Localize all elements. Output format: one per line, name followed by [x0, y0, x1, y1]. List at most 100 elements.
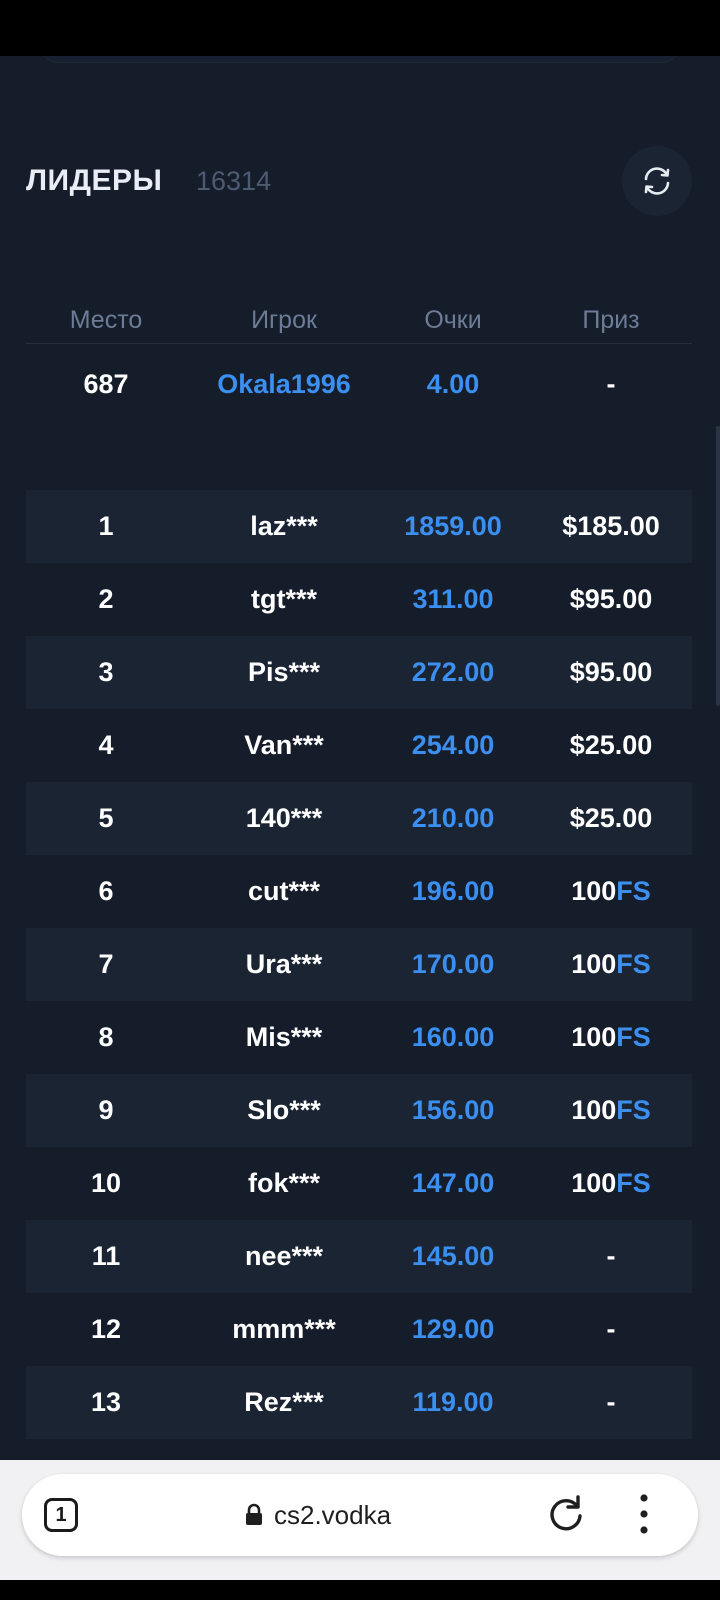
row-player: Van***	[244, 730, 324, 760]
more-vertical-icon[interactable]	[638, 1492, 650, 1536]
current-user-points: 4.00	[426, 369, 480, 399]
prize-value: 100	[571, 1168, 617, 1198]
row-place: 7	[98, 949, 114, 979]
scrollbar[interactable]	[716, 426, 720, 706]
refresh-button[interactable]	[622, 146, 692, 216]
row-points: 254.00	[411, 730, 495, 760]
row-place: 5	[98, 803, 114, 833]
prize-value: $95.00	[569, 584, 653, 614]
row-place: 13	[90, 1387, 122, 1417]
prize-suffix: FS	[616, 949, 651, 979]
row-player: Pis***	[247, 657, 321, 687]
row-prize: -	[536, 1220, 686, 1293]
reload-icon[interactable]	[544, 1492, 588, 1536]
prize-value: $185.00	[562, 511, 660, 541]
row-prize: 100FS	[536, 1074, 686, 1147]
system-nav-bar	[0, 1580, 720, 1600]
row-player: nee***	[244, 1241, 324, 1271]
table-row: 4 Van*** 254.00 $25.00	[26, 709, 692, 782]
row-player: Mis***	[245, 1022, 323, 1052]
row-points: 210.00	[411, 803, 495, 833]
row-place: 8	[98, 1022, 114, 1052]
prize-suffix: FS	[616, 1095, 651, 1125]
prize-value: 100	[571, 949, 617, 979]
row-prize: $25.00	[536, 782, 686, 855]
prize-suffix: FS	[616, 876, 651, 906]
row-points: 1859.00	[404, 511, 502, 541]
column-header-points: Очки	[424, 306, 482, 334]
row-prize: $95.00	[536, 563, 686, 636]
row-place: 6	[98, 876, 114, 906]
row-points: 160.00	[411, 1022, 495, 1052]
row-player: Slo***	[247, 1095, 321, 1125]
table-row: 3 Pis*** 272.00 $95.00	[26, 636, 692, 709]
leaderboard-header: ЛИДЕРЫ 16314	[26, 146, 692, 216]
row-player: mmm***	[232, 1314, 336, 1344]
status-bar	[0, 0, 720, 56]
prize-value: $95.00	[569, 657, 653, 687]
row-points: 156.00	[411, 1095, 495, 1125]
table-row: 5 140*** 210.00 $25.00	[26, 782, 692, 855]
row-place: 2	[98, 584, 114, 614]
table-row: 9 Slo*** 156.00 100FS	[26, 1074, 692, 1147]
divider	[26, 343, 692, 344]
row-player: Rez***	[244, 1387, 324, 1417]
row-prize: 100FS	[536, 1147, 686, 1220]
participant-count: 16314	[196, 166, 272, 196]
lock-icon	[246, 1503, 262, 1525]
prize-value: -	[606, 1241, 616, 1271]
prize-suffix: FS	[616, 1022, 651, 1052]
table-row: 8 Mis*** 160.00 100FS	[26, 1001, 692, 1074]
table-row: 10 fok*** 147.00 100FS	[26, 1147, 692, 1220]
top-card-edge	[40, 56, 680, 63]
current-user-prize: -	[606, 369, 616, 399]
row-points: 311.00	[412, 584, 494, 614]
page-title: ЛИДЕРЫ	[26, 164, 163, 197]
prize-value: -	[606, 1314, 616, 1344]
column-header-prize: Приз	[582, 306, 640, 334]
row-player: cut***	[247, 876, 321, 906]
row-player: Ura***	[245, 949, 323, 979]
refresh-icon	[644, 167, 670, 195]
row-player: 140***	[245, 803, 323, 833]
address-bar[interactable]: 1 cs2.vodka	[22, 1474, 698, 1556]
row-place: 11	[91, 1241, 121, 1271]
url-display[interactable]: cs2.vodka	[244, 1496, 391, 1534]
row-prize: -	[536, 1293, 686, 1366]
table-row: 6 cut*** 196.00 100FS	[26, 855, 692, 928]
row-place: 9	[98, 1095, 114, 1125]
url-text: cs2.vodka	[274, 1499, 392, 1530]
row-points: 147.00	[411, 1168, 495, 1198]
row-place: 4	[98, 730, 114, 760]
row-points: 170.00	[411, 949, 495, 979]
prize-suffix: FS	[616, 1168, 651, 1198]
row-points: 119.00	[412, 1387, 494, 1417]
row-player: fok***	[247, 1168, 321, 1198]
current-user-row: 687 Okala1996 4.00 -	[26, 356, 692, 412]
current-user-name: Okala1996	[217, 369, 351, 399]
row-prize: $185.00	[536, 490, 686, 563]
row-place: 3	[98, 657, 114, 687]
table-row: 2 tgt*** 311.00 $95.00	[26, 563, 692, 636]
table-row: 7 Ura*** 170.00 100FS	[26, 928, 692, 1001]
row-prize: -	[536, 1366, 686, 1439]
row-prize: $95.00	[536, 636, 686, 709]
prize-value: $25.00	[569, 803, 653, 833]
row-points: 196.00	[411, 876, 495, 906]
column-header-place: Место	[69, 306, 143, 334]
table-header: Место Игрок Очки Приз	[26, 306, 692, 344]
row-points: 272.00	[411, 657, 495, 687]
current-user-place: 687	[83, 369, 129, 399]
row-place: 1	[98, 511, 114, 541]
row-points: 145.00	[411, 1241, 495, 1271]
browser-toolbar: 1 cs2.vodka	[0, 1460, 720, 1580]
row-place: 10	[90, 1168, 122, 1198]
table-row: 11 nee*** 145.00 -	[26, 1220, 692, 1293]
row-place: 12	[90, 1314, 122, 1344]
leaderboard-screen: ЛИДЕРЫ 16314 Место Игрок Очки Приз 687 O…	[0, 56, 720, 1460]
prize-value: $25.00	[569, 730, 653, 760]
row-prize: 100FS	[536, 928, 686, 1001]
table-row: 1 laz*** 1859.00 $185.00	[26, 490, 692, 563]
tab-switcher-button[interactable]: 1	[44, 1498, 78, 1532]
prize-value: 100	[571, 1022, 617, 1052]
